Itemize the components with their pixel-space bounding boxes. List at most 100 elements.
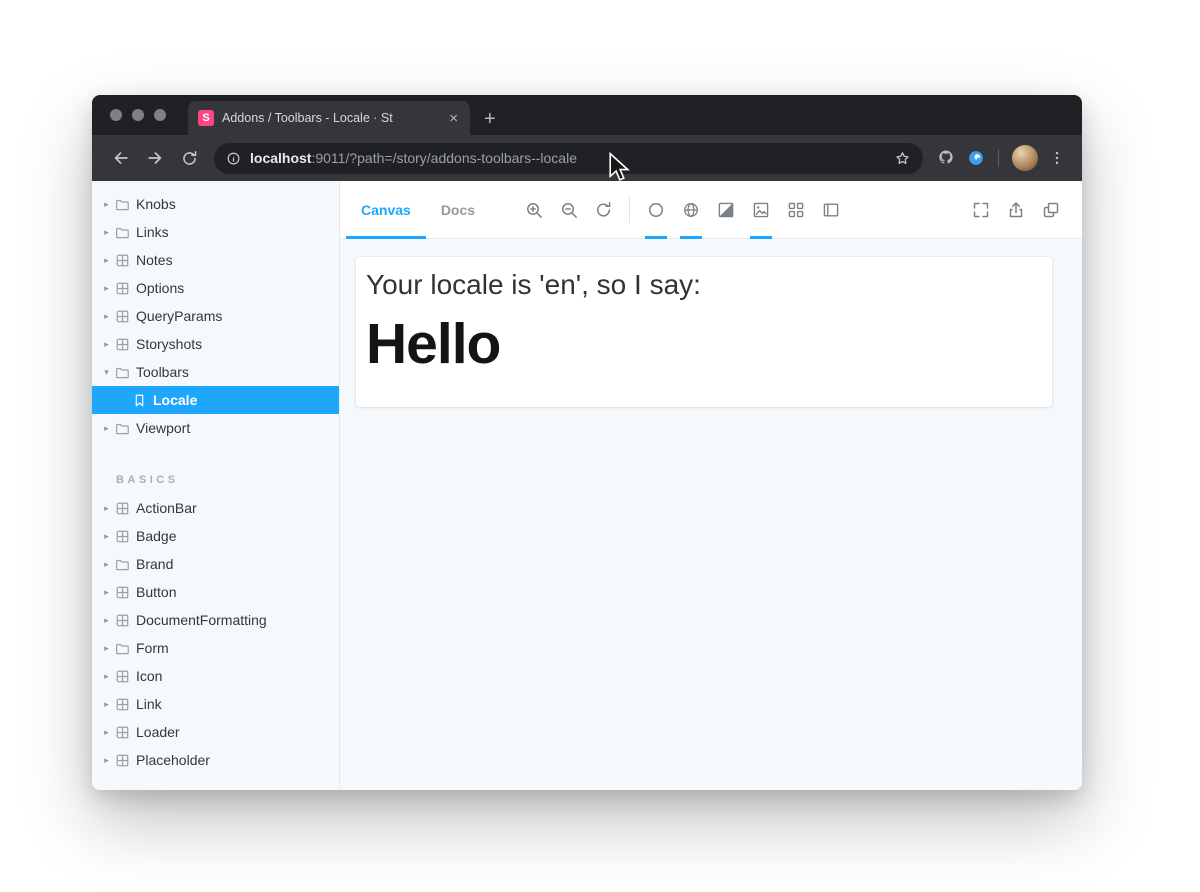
sidebar-item-label: DocumentFormatting bbox=[136, 612, 267, 628]
sidebar-item-label: Form bbox=[136, 640, 169, 656]
fullscreen-button[interactable] bbox=[963, 181, 998, 238]
story-locale-text: Your locale is 'en', so I say: bbox=[366, 269, 1036, 301]
tab-close-icon[interactable]: × bbox=[447, 111, 460, 126]
toolbar-divider bbox=[629, 196, 630, 223]
caret-right-icon bbox=[100, 255, 113, 266]
sidebar-item-label: Locale bbox=[153, 392, 197, 408]
grid-toggle-button[interactable] bbox=[778, 181, 813, 238]
sidebar-item-label: Brand bbox=[136, 556, 173, 572]
sidebar-item-link[interactable]: Link bbox=[92, 690, 339, 718]
caret-right-icon bbox=[100, 283, 113, 294]
caret-right-icon bbox=[100, 423, 113, 434]
sidebar-item-label: Button bbox=[136, 584, 176, 600]
folder-icon bbox=[115, 641, 130, 656]
caret-right-icon bbox=[100, 671, 113, 682]
menu-kebab-icon[interactable] bbox=[1044, 149, 1070, 167]
storybook-app: Knobs Links Notes Options QueryParams St… bbox=[92, 181, 1082, 790]
minimize-window-button[interactable] bbox=[132, 109, 144, 121]
component-icon bbox=[115, 253, 130, 268]
url-path: :9011/?path=/story/addons-toolbars--loca… bbox=[311, 150, 577, 166]
sidebar-item-viewport[interactable]: Viewport bbox=[92, 414, 339, 442]
sidebar-item-button[interactable]: Button bbox=[92, 578, 339, 606]
sidebar-item-toolbars[interactable]: Toolbars bbox=[92, 358, 339, 386]
sidebar-item-label: ActionBar bbox=[136, 500, 197, 516]
sidebar-item-label: Icon bbox=[136, 668, 162, 684]
toolbar-spacer bbox=[848, 181, 963, 238]
zoom-out-button[interactable] bbox=[551, 181, 586, 238]
folder-icon bbox=[115, 197, 130, 212]
sidebar-item-label: Viewport bbox=[136, 420, 190, 436]
image-addon-button[interactable] bbox=[743, 181, 778, 238]
new-tab-button[interactable]: + bbox=[484, 109, 496, 129]
sidebar-item-knobs[interactable]: Knobs bbox=[92, 190, 339, 218]
profile-avatar[interactable] bbox=[1012, 145, 1038, 171]
component-icon bbox=[115, 501, 130, 516]
zoom-reset-button[interactable] bbox=[586, 181, 621, 238]
sidebar-item-brand[interactable]: Brand bbox=[92, 550, 339, 578]
sidebar-item-label: Storyshots bbox=[136, 336, 202, 352]
sidebar-item-queryparams[interactable]: QueryParams bbox=[92, 302, 339, 330]
forward-button[interactable] bbox=[138, 142, 172, 174]
sidebar-item-label: Knobs bbox=[136, 196, 176, 212]
folder-icon bbox=[115, 557, 130, 572]
viewport-button[interactable] bbox=[813, 181, 848, 238]
open-canvas-new-tab-button[interactable] bbox=[1033, 181, 1068, 238]
address-bar[interactable]: localhost:9011/?path=/story/addons-toolb… bbox=[214, 143, 923, 174]
tab-canvas[interactable]: Canvas bbox=[346, 181, 426, 238]
component-icon bbox=[115, 613, 130, 628]
back-button[interactable] bbox=[104, 142, 138, 174]
caret-right-icon bbox=[100, 643, 113, 654]
folder-icon bbox=[115, 421, 130, 436]
sidebar-item-notes[interactable]: Notes bbox=[92, 246, 339, 274]
canvas-toolbar: Canvas Docs bbox=[340, 181, 1082, 239]
sidebar-item-placeholder[interactable]: Placeholder bbox=[92, 746, 339, 774]
component-icon bbox=[115, 309, 130, 324]
sidebar-item-locale[interactable]: Locale bbox=[92, 386, 339, 414]
sidebar-item-label: Loader bbox=[136, 724, 180, 740]
sidebar-item-loader[interactable]: Loader bbox=[92, 718, 339, 746]
sidebar-section-basics: BASICS bbox=[92, 466, 339, 494]
story-preview: Your locale is 'en', so I say: Hello bbox=[340, 239, 1082, 790]
storybook-favicon: S bbox=[198, 110, 214, 126]
sidebar-item-options[interactable]: Options bbox=[92, 274, 339, 302]
caret-right-icon bbox=[100, 199, 113, 210]
extension-icon-2[interactable] bbox=[961, 148, 991, 168]
sidebar-item-badge[interactable]: Badge bbox=[92, 522, 339, 550]
browser-tab[interactable]: S Addons / Toolbars - Locale · St × bbox=[188, 101, 470, 135]
caret-right-icon bbox=[100, 227, 113, 238]
caret-right-icon bbox=[100, 755, 113, 766]
component-icon bbox=[115, 529, 130, 544]
locale-globe-button[interactable] bbox=[673, 181, 708, 238]
caret-right-icon bbox=[100, 503, 113, 514]
zoom-window-button[interactable] bbox=[154, 109, 166, 121]
browser-titlebar: S Addons / Toolbars - Locale · St × + bbox=[92, 95, 1082, 135]
sidebar-item-links[interactable]: Links bbox=[92, 218, 339, 246]
bookmark-star-icon[interactable] bbox=[894, 150, 911, 167]
sidebar-item-documentformatting[interactable]: DocumentFormatting bbox=[92, 606, 339, 634]
component-icon bbox=[115, 697, 130, 712]
outline-toggle-button[interactable] bbox=[638, 181, 673, 238]
sidebar-item-label: Options bbox=[136, 280, 184, 296]
backgrounds-button[interactable] bbox=[708, 181, 743, 238]
tab-docs[interactable]: Docs bbox=[426, 181, 490, 238]
reload-button[interactable] bbox=[172, 142, 206, 174]
sidebar-item-form[interactable]: Form bbox=[92, 634, 339, 662]
browser-toolbar: localhost:9011/?path=/story/addons-toolb… bbox=[92, 135, 1082, 181]
sidebar-item-actionbar[interactable]: ActionBar bbox=[92, 494, 339, 522]
page-info-icon[interactable] bbox=[226, 151, 241, 166]
extension-icon-1[interactable] bbox=[931, 148, 961, 168]
sidebar-item-label: Links bbox=[136, 224, 169, 240]
share-button[interactable] bbox=[998, 181, 1033, 238]
story-card: Your locale is 'en', so I say: Hello bbox=[356, 257, 1052, 407]
sidebar-item-icon[interactable]: Icon bbox=[92, 662, 339, 690]
sidebar-item-label: QueryParams bbox=[136, 308, 222, 324]
url-text[interactable]: localhost:9011/?path=/story/addons-toolb… bbox=[250, 150, 885, 166]
zoom-in-button[interactable] bbox=[516, 181, 551, 238]
sidebar-item-label: Placeholder bbox=[136, 752, 210, 768]
mouse-cursor bbox=[607, 152, 631, 184]
close-window-button[interactable] bbox=[110, 109, 122, 121]
sidebar-item-storyshots[interactable]: Storyshots bbox=[92, 330, 339, 358]
folder-icon bbox=[115, 225, 130, 240]
caret-right-icon bbox=[100, 587, 113, 598]
caret-down-icon bbox=[100, 367, 113, 378]
